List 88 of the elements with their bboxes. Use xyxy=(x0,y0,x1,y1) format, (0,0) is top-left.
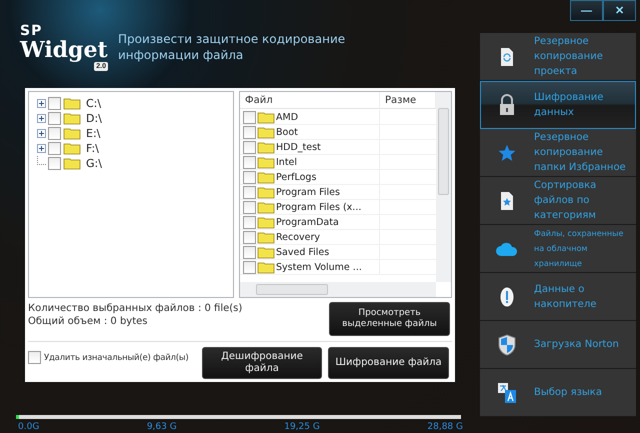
document-refresh-icon xyxy=(500,46,514,66)
encrypt-button[interactable]: Шифрование файла xyxy=(328,347,449,379)
column-header[interactable]: Файл xyxy=(240,92,380,108)
summary-text: Общий объем : 0 bytes xyxy=(28,315,148,328)
capacity-tick: 9,63 G xyxy=(146,422,177,432)
shield-icon xyxy=(498,334,516,356)
checkbox[interactable] xyxy=(48,97,61,110)
checkbox[interactable] xyxy=(28,351,41,364)
checkbox[interactable] xyxy=(243,140,256,154)
sidebar-item[interactable]: Файлы, сохраненные на облачном хранилище xyxy=(480,225,636,273)
folder-icon xyxy=(257,126,275,138)
folder-icon xyxy=(63,157,81,170)
summary-text: Количество выбранных файлов : 0 file(s) xyxy=(28,302,242,315)
vertical-scrollbar[interactable] xyxy=(436,92,451,282)
folder-icon xyxy=(257,216,275,228)
folder-name[interactable]: Recovery xyxy=(276,232,320,242)
folder-icon xyxy=(257,140,275,154)
cloud-icon xyxy=(495,240,519,256)
folder-icon xyxy=(257,230,275,244)
folder-icon xyxy=(257,260,275,274)
sidebar-item[interactable]: Резервное копирование папки Избранное xyxy=(480,129,636,177)
sidebar-item[interactable]: Сортировка файлов по категориям xyxy=(480,177,636,225)
logo-brand: SP xyxy=(20,24,42,38)
expand-icon[interactable] xyxy=(37,129,46,138)
folder-name[interactable]: Intel xyxy=(276,156,298,168)
folder-icon xyxy=(257,200,275,214)
folder-icon xyxy=(63,112,81,125)
checkbox[interactable] xyxy=(243,110,256,124)
capacity-tick: 0.0G xyxy=(18,422,40,432)
checkbox[interactable] xyxy=(243,170,256,184)
sidebar-item[interactable]: Данные о накопителе xyxy=(480,273,636,321)
checkbox[interactable] xyxy=(243,186,256,198)
checkbox[interactable] xyxy=(243,246,256,258)
document-star-icon xyxy=(500,190,514,210)
checkbox[interactable] xyxy=(48,112,61,125)
page-title: Произвести защитное кодирование xyxy=(118,32,346,46)
drive-label[interactable]: G:\ xyxy=(86,157,102,170)
capacity-tick: 28,88 G xyxy=(427,422,463,432)
folder-name[interactable]: ProgramData xyxy=(276,216,339,228)
folder-name[interactable]: Program Files (x... xyxy=(276,202,362,212)
checkbox[interactable] xyxy=(48,127,61,140)
capacity-tick: 19,25 G xyxy=(284,422,320,432)
sidebar-item[interactable]: Резервное копирование проекта xyxy=(480,33,636,81)
logo-wordmark: Widget xyxy=(20,38,108,62)
folder-icon xyxy=(257,246,275,258)
folder-name[interactable]: Boot xyxy=(276,126,298,138)
decrypt-button[interactable]: Дешифрование файла xyxy=(202,347,322,379)
folder-name[interactable]: Saved Files xyxy=(276,246,330,258)
checkbox[interactable] xyxy=(243,216,256,228)
expand-icon[interactable] xyxy=(37,99,46,108)
horizontal-scrollbar[interactable] xyxy=(240,282,436,297)
folder-icon xyxy=(257,170,275,184)
exclamation-icon xyxy=(500,286,514,306)
folder-icon xyxy=(63,97,81,110)
sidebar-item[interactable]: Шифрование данных xyxy=(480,81,636,129)
folder-name[interactable]: HDD_test xyxy=(276,142,321,152)
folder-icon xyxy=(257,156,275,168)
expand-icon[interactable] xyxy=(37,114,46,123)
checkbox[interactable] xyxy=(243,126,256,138)
folder-name[interactable]: AMD xyxy=(276,112,298,122)
folder-name[interactable]: Program Files xyxy=(276,186,340,198)
folder-icon xyxy=(63,142,81,155)
folder-name[interactable]: System Volume ... xyxy=(276,262,362,272)
checkbox-label: Удалить изначальный(е) файл(ы) xyxy=(44,352,189,362)
drive-label[interactable]: D:\ xyxy=(86,112,102,125)
expand-icon[interactable] xyxy=(37,144,46,153)
folder-name[interactable]: PerfLogs xyxy=(276,172,316,182)
drive-label[interactable]: E:\ xyxy=(86,127,100,140)
folder-icon xyxy=(257,110,275,124)
sidebar-item[interactable]: Загрузка Norton xyxy=(480,321,636,369)
star-icon xyxy=(498,144,516,162)
drive-label[interactable]: C:\ xyxy=(86,97,102,110)
view-selected-button[interactable]: Просмотреть выделенные файлы xyxy=(329,302,450,336)
checkbox[interactable] xyxy=(243,156,256,168)
checkbox[interactable] xyxy=(243,200,256,214)
close-button[interactable]: ✕ xyxy=(603,0,636,21)
minimize-button[interactable]: — xyxy=(570,0,603,21)
folder-icon xyxy=(257,186,275,198)
checkbox[interactable] xyxy=(243,260,256,274)
checkbox[interactable] xyxy=(48,142,61,155)
checkbox[interactable] xyxy=(243,230,256,244)
drive-label[interactable]: F:\ xyxy=(86,142,99,155)
checkbox[interactable] xyxy=(48,157,61,170)
folder-icon xyxy=(63,127,81,140)
padlock-icon xyxy=(499,94,515,116)
sidebar-item[interactable]: Выбор языка xyxy=(480,369,636,417)
translate-icon xyxy=(497,382,517,404)
page-title: информации файла xyxy=(118,48,244,62)
